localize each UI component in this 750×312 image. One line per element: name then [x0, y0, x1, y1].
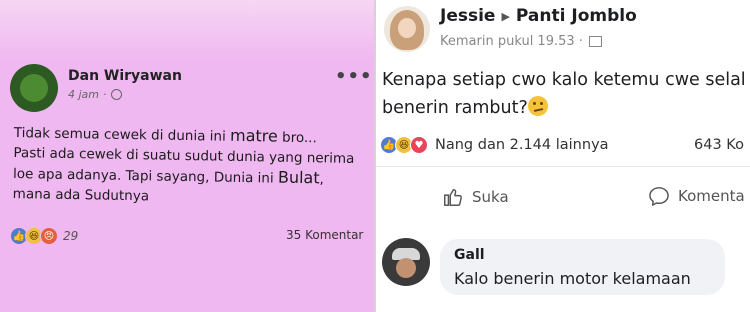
confused-emoji-icon: [527, 96, 548, 116]
love-reaction-icon: ♥: [410, 136, 428, 154]
comment-bubble: Gall Kalo benerin motor kelamaan: [440, 239, 725, 295]
comment-text: Kalo benerin motor kelamaan: [454, 269, 691, 288]
left-reactions[interactable]: 👍 😆 😠 29: [10, 227, 78, 245]
right-post-meta: Kemarin pukul 19.53 ·: [440, 34, 602, 49]
more-options-icon[interactable]: •••: [335, 66, 373, 87]
angry-reaction-icon: 😠: [40, 227, 58, 245]
comment-button[interactable]: Komenta: [648, 186, 745, 206]
globe-icon: [110, 89, 122, 100]
like-button-label: Suka: [472, 188, 509, 206]
left-author-avatar[interactable]: [10, 64, 58, 112]
right-post-header: Jessie ▶ Panti Jomblo: [440, 6, 637, 26]
divider: [376, 166, 750, 167]
right-author-avatar[interactable]: [384, 6, 430, 52]
left-post-meta: 4 jam ·: [68, 88, 122, 101]
comment-button-label: Komenta: [678, 187, 745, 205]
right-post-text: Kenapa setiap cwo kalo ketemu cwe selal …: [382, 70, 746, 118]
commenter-name[interactable]: Gall: [454, 247, 485, 263]
right-comment-count[interactable]: 643 Ko: [694, 137, 744, 153]
left-post-panel: Dan Wiryawan 4 jam · ••• Tidak semua cew…: [0, 0, 374, 312]
group-name[interactable]: Panti Jomblo: [516, 6, 637, 26]
left-author-name[interactable]: Dan Wiryawan: [68, 68, 182, 84]
commenter-avatar[interactable]: [382, 238, 430, 286]
left-comment-count[interactable]: 35 Komentar: [286, 228, 363, 242]
left-reaction-count: 29: [63, 229, 79, 243]
group-privacy-icon: [588, 36, 602, 47]
like-button[interactable]: Suka: [442, 186, 509, 208]
left-post-text: Tidak semua cewek di dunia ini matre bro…: [12, 124, 355, 205]
right-reactions[interactable]: 👍 😆 ♥ Nang dan 2.144 lainnya: [380, 136, 609, 154]
right-post-time[interactable]: Kemarin pukul 19.53 ·: [440, 34, 583, 49]
left-post-time[interactable]: 4 jam: [68, 88, 99, 101]
right-post-panel: Jessie ▶ Panti Jomblo Kemarin pukul 19.5…: [376, 0, 750, 312]
arrow-right-icon: ▶: [501, 9, 510, 23]
right-author-name[interactable]: Jessie: [440, 6, 495, 26]
comment-bubble-icon: [649, 187, 669, 206]
reactions-summary: Nang dan 2.144 lainnya: [435, 137, 609, 153]
thumbs-up-icon: [444, 188, 462, 206]
